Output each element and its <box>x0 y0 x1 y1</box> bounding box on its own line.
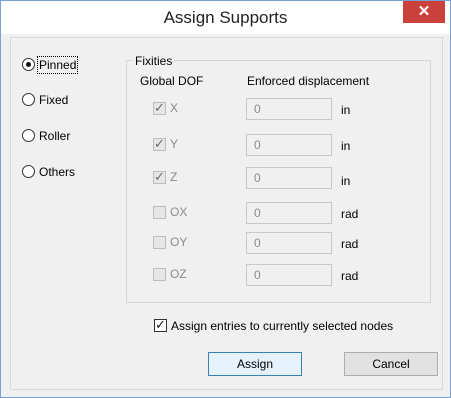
dof-z-unit: in <box>341 174 351 188</box>
dof-oy-displacement-field[interactable]: 0 <box>246 232 332 254</box>
assign-selected-checkbox[interactable] <box>154 317 167 333</box>
close-button[interactable]: ✕ <box>403 1 445 23</box>
dof-z-label: Z <box>170 170 178 184</box>
dialog-body: Pinned Fixed Roller Others Fixities Glob… <box>10 37 443 390</box>
radio-fixed-label[interactable]: Fixed <box>39 93 68 107</box>
enforced-displacement-header: Enforced displacement <box>247 74 370 88</box>
radio-others-label[interactable]: Others <box>39 165 75 179</box>
dof-y-checkbox[interactable] <box>153 136 166 152</box>
assign-supports-dialog: Assign Supports ✕ Pinned Fixed Roller Ot… <box>0 0 451 398</box>
radio-roller-label[interactable]: Roller <box>39 129 70 143</box>
cancel-button[interactable]: Cancel <box>344 352 438 376</box>
dof-ox-checkbox[interactable] <box>153 206 166 219</box>
radio-others[interactable] <box>22 165 35 178</box>
dof-ox-label: OX <box>170 205 188 219</box>
dof-ox-unit: rad <box>341 207 359 221</box>
dof-x-label: X <box>170 101 179 115</box>
dof-oy-unit: rad <box>341 237 359 251</box>
dof-oy-checkbox[interactable] <box>153 236 166 249</box>
dof-z-displacement-field[interactable]: 0 <box>246 167 332 189</box>
dof-x-displacement-field[interactable]: 0 <box>246 98 332 120</box>
radio-pinned-label[interactable]: Pinned <box>36 56 79 74</box>
dof-ox-displacement-field[interactable]: 0 <box>246 202 332 224</box>
dialog-title: Assign Supports <box>163 8 288 27</box>
radio-pinned[interactable] <box>22 58 35 71</box>
radio-fixed[interactable] <box>22 93 35 106</box>
assign-button[interactable]: Assign <box>208 352 302 376</box>
title-bar: Assign Supports ✕ <box>1 1 450 34</box>
dof-x-checkbox[interactable] <box>153 100 166 116</box>
dof-y-displacement-field[interactable]: 0 <box>246 134 332 156</box>
dof-oz-unit: rad <box>341 269 359 283</box>
global-dof-header: Global DOF <box>140 74 204 88</box>
dof-z-checkbox[interactable] <box>153 169 166 185</box>
dof-x-unit: in <box>341 103 351 117</box>
dof-oz-label: OZ <box>170 267 187 281</box>
dof-oz-displacement-field[interactable]: 0 <box>246 264 332 286</box>
fixities-group-title: Fixities <box>133 54 175 68</box>
dof-y-label: Y <box>170 137 179 151</box>
dof-oy-label: OY <box>170 235 188 249</box>
dof-y-unit: in <box>341 139 351 153</box>
close-icon: ✕ <box>417 3 431 20</box>
dof-oz-checkbox[interactable] <box>153 268 166 281</box>
radio-roller[interactable] <box>22 129 35 142</box>
assign-selected-label[interactable]: Assign entries to currently selected nod… <box>171 319 393 333</box>
